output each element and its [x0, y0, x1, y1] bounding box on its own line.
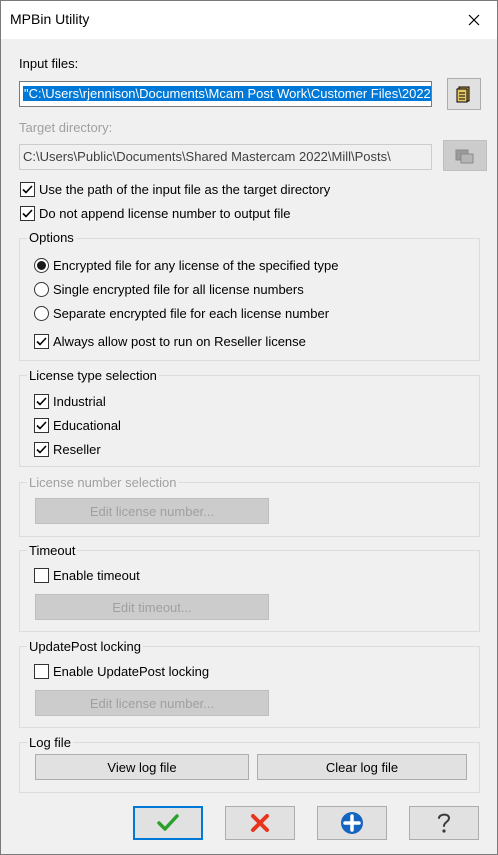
radio-indicator — [34, 282, 49, 297]
file-browse-icon — [456, 86, 470, 103]
use-input-path-checkbox[interactable]: Use the path of the input file as the ta… — [20, 181, 330, 198]
radio-indicator — [34, 258, 49, 273]
browse-input-files-button[interactable] — [447, 78, 481, 110]
enable-timeout-label: Enable timeout — [53, 568, 140, 583]
radio-single-encrypted-label: Single encrypted file for all license nu… — [53, 282, 304, 297]
checkmark-icon — [22, 209, 33, 218]
checkbox-box — [34, 442, 49, 457]
input-files-value: "C:\Users\rjennison\Documents\Mcam Post … — [23, 86, 431, 101]
radio-separate-encrypted[interactable]: Separate encrypted file for each license… — [34, 305, 329, 322]
ok-button[interactable] — [133, 806, 203, 840]
checkmark-icon — [36, 337, 47, 346]
input-files-label: Input files: — [19, 56, 79, 71]
cancel-button[interactable] — [225, 806, 295, 840]
enable-timeout-checkbox[interactable]: Enable timeout — [34, 567, 140, 584]
input-files-field[interactable]: "C:\Users\rjennison\Documents\Mcam Post … — [19, 81, 432, 107]
checkmark-icon — [22, 185, 33, 194]
checkbox-box — [20, 182, 35, 197]
enable-updatepost-locking-checkbox[interactable]: Enable UpdatePost locking — [34, 663, 209, 680]
target-directory-value: C:\Users\Public\Documents\Shared Masterc… — [23, 149, 391, 164]
title-bar: MPBin Utility — [1, 1, 497, 39]
checkmark-icon — [157, 814, 179, 831]
reseller-checkbox[interactable]: Reseller — [34, 441, 101, 458]
checkmark-icon — [36, 397, 47, 406]
checkbox-box — [20, 206, 35, 221]
checkmark-icon — [36, 445, 47, 454]
checkmark-icon — [36, 421, 47, 430]
checkbox-box — [34, 664, 49, 679]
enable-updatepost-locking-label: Enable UpdatePost locking — [53, 664, 210, 679]
clear-log-file-button[interactable]: Clear log file — [257, 754, 467, 780]
edit-timeout-button: Edit timeout... — [35, 594, 269, 620]
question-mark-icon — [438, 813, 451, 833]
checkbox-box — [34, 418, 49, 433]
help-button[interactable] — [409, 806, 479, 840]
target-directory-field: C:\Users\Public\Documents\Shared Masterc… — [19, 144, 432, 170]
target-directory-label: Target directory: — [19, 120, 113, 135]
edit-license-number-button: Edit license number... — [35, 498, 269, 524]
no-append-license-checkbox[interactable]: Do not append license number to output f… — [20, 205, 291, 222]
timeout-group-title: Timeout — [27, 543, 78, 558]
industrial-label: Industrial — [53, 394, 106, 409]
window-title: MPBin Utility — [10, 11, 90, 27]
no-append-license-label: Do not append license number to output f… — [39, 206, 291, 221]
checkbox-box — [34, 394, 49, 409]
add-button[interactable] — [317, 806, 387, 840]
checkbox-box — [34, 334, 49, 349]
red-x-icon — [251, 814, 269, 832]
updatepost-locking-group-title: UpdatePost locking — [27, 639, 144, 654]
blue-plus-icon — [341, 812, 363, 834]
radio-single-encrypted[interactable]: Single encrypted file for all license nu… — [34, 281, 304, 298]
always-allow-reseller-label: Always allow post to run on Reseller lic… — [53, 334, 306, 349]
close-button[interactable] — [451, 1, 497, 39]
radio-separate-encrypted-label: Separate encrypted file for each license… — [53, 306, 330, 321]
view-log-file-button[interactable]: View log file — [35, 754, 249, 780]
educational-checkbox[interactable]: Educational — [34, 417, 121, 434]
license-number-group-title: License number selection — [27, 475, 179, 490]
browse-target-directory-button — [443, 140, 487, 171]
educational-label: Educational — [53, 418, 121, 433]
use-input-path-label: Use the path of the input file as the ta… — [39, 182, 331, 197]
always-allow-reseller-checkbox[interactable]: Always allow post to run on Reseller lic… — [34, 333, 306, 350]
log-file-group-title: Log file — [27, 735, 73, 750]
close-icon — [468, 14, 480, 26]
reseller-label: Reseller — [53, 442, 101, 457]
mpbin-utility-dialog: MPBin Utility Input files: "C:\Users\rje… — [0, 0, 498, 855]
industrial-checkbox[interactable]: Industrial — [34, 393, 106, 410]
folder-browse-icon — [455, 149, 474, 163]
license-type-group-title: License type selection — [27, 368, 159, 383]
radio-indicator — [34, 306, 49, 321]
options-group-title: Options — [27, 230, 76, 245]
edit-updatepost-license-number-button: Edit license number... — [35, 690, 269, 716]
radio-encrypted-any-license-label: Encrypted file for any license of the sp… — [53, 258, 339, 273]
checkbox-box — [34, 568, 49, 583]
radio-encrypted-any-license[interactable]: Encrypted file for any license of the sp… — [34, 257, 338, 274]
